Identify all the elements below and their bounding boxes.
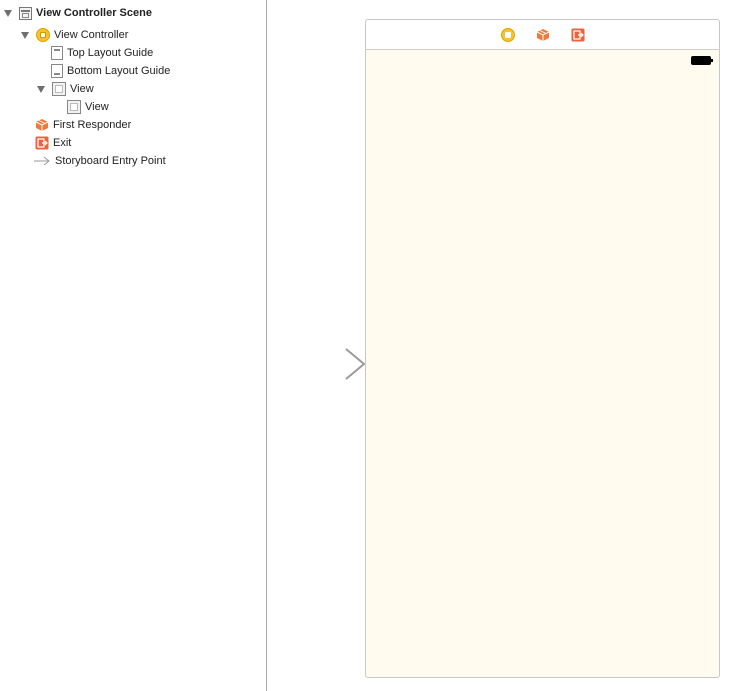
outline-item-view[interactable]: View [37,80,94,98]
scene-dock [366,20,719,50]
entry-point-arrow-icon [33,154,51,168]
storyboard-entry-arrow[interactable] [272,348,368,380]
outline-item-view-controller-scene[interactable]: View Controller Scene [4,4,152,22]
outline-item-storyboard-entry-point[interactable]: Storyboard Entry Point [33,152,166,170]
bottom-layout-guide-icon [51,64,63,78]
outline-item-label: View Controller Scene [36,7,152,19]
outline-item-label: View Controller [54,29,129,41]
first-responder-icon[interactable] [536,28,550,42]
view-icon [67,100,81,114]
disclosure-triangle-icon[interactable] [37,85,45,93]
view-controller-icon [36,28,50,42]
battery-icon [691,56,713,65]
view-icon [52,82,66,96]
outline-item-top-layout-guide[interactable]: Top Layout Guide [51,44,153,62]
top-layout-guide-icon [51,46,63,60]
outline-item-label: View [70,83,94,95]
outline-item-label: View [85,101,109,113]
first-responder-icon [35,118,49,132]
disclosure-triangle-icon[interactable] [4,9,12,17]
outline-item-subview[interactable]: View [67,98,109,116]
outline-item-first-responder[interactable]: First Responder [35,116,131,134]
view-controller-scene-frame[interactable] [365,19,720,678]
outline-item-label: Exit [53,137,72,149]
scene-icon [19,6,32,20]
outline-item-label: Top Layout Guide [67,47,154,59]
view-controller-icon[interactable] [500,27,515,42]
disclosure-triangle-icon[interactable] [21,31,29,39]
outline-item-label: Storyboard Entry Point [55,155,166,167]
exit-icon [35,136,49,150]
outline-item-bottom-layout-guide[interactable]: Bottom Layout Guide [51,62,170,80]
outline-item-exit[interactable]: Exit [35,134,71,152]
document-outline: View Controller Scene View Controller To… [0,0,266,691]
outline-item-label: Bottom Layout Guide [67,65,171,77]
exit-icon[interactable] [571,28,585,42]
outline-item-view-controller[interactable]: View Controller [21,26,128,44]
outline-item-label: First Responder [53,119,132,131]
